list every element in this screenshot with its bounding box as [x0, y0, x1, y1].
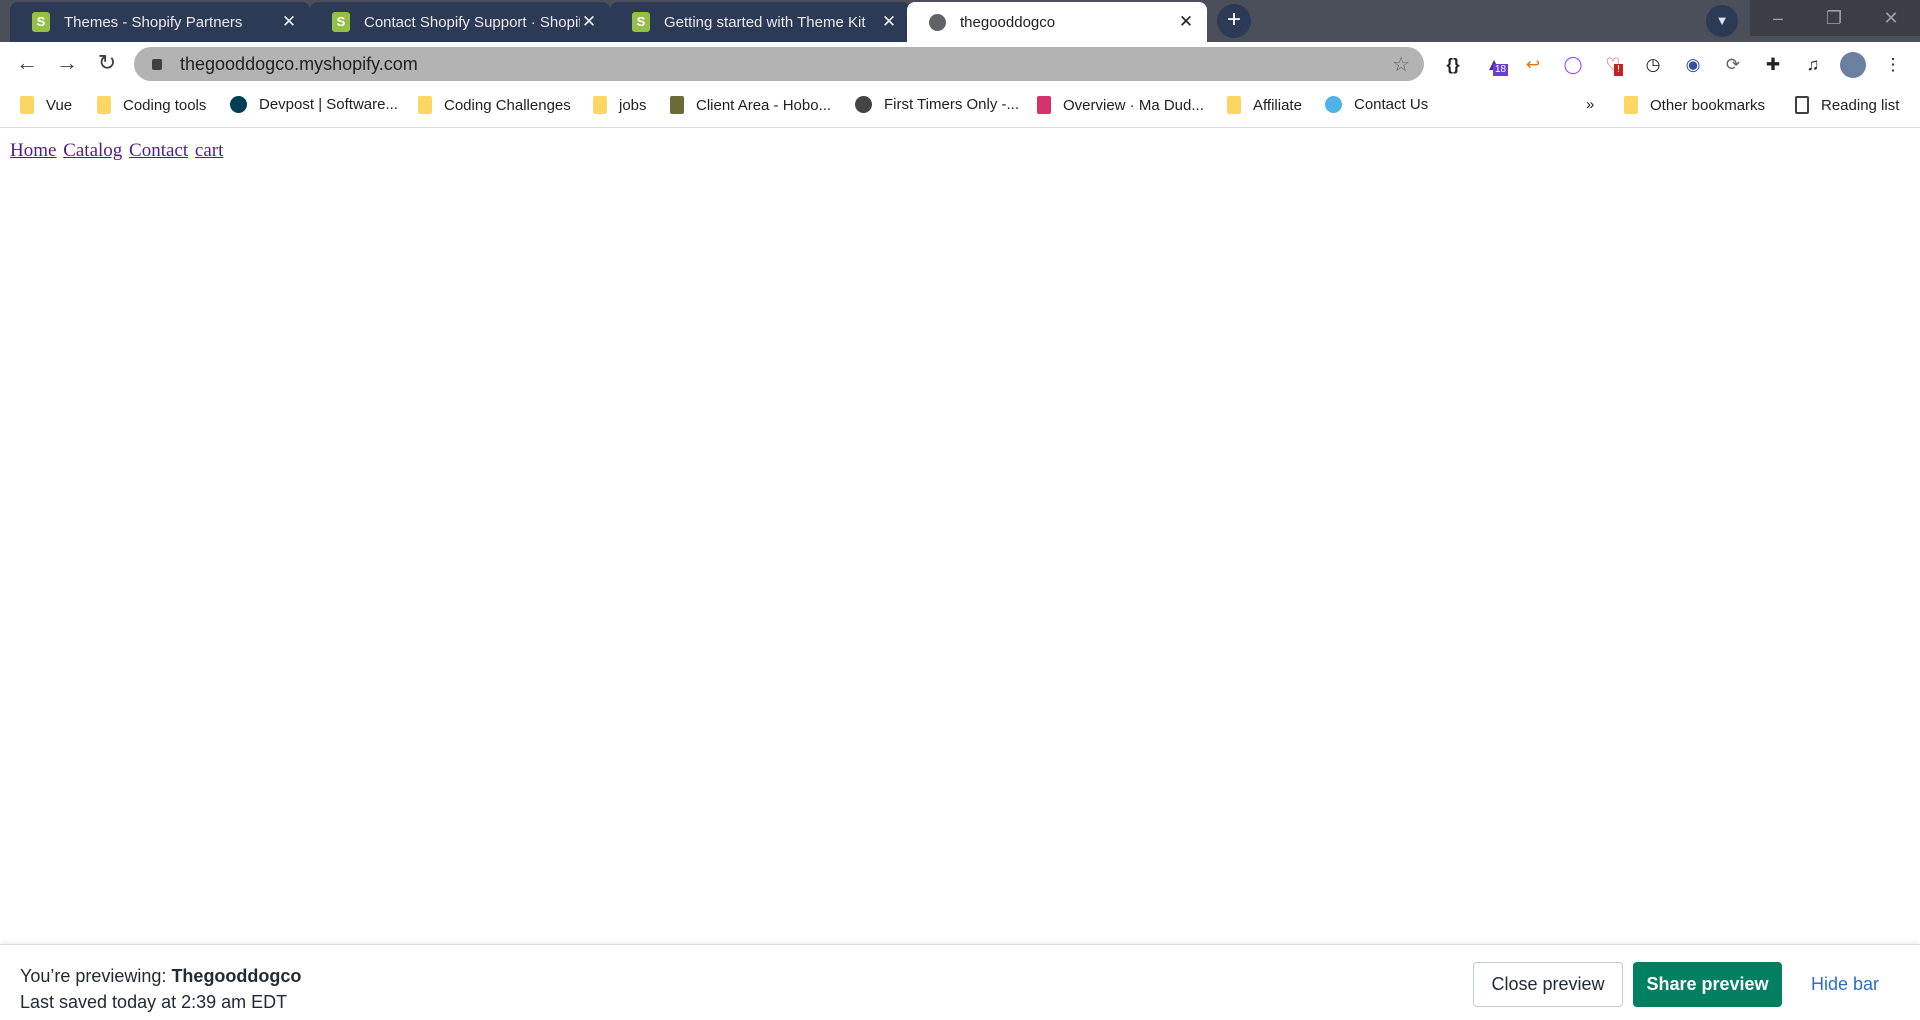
folder-icon: [20, 96, 34, 114]
overview-icon: [1037, 96, 1051, 114]
reload-button[interactable]: ↻: [93, 50, 121, 76]
nav-link-home[interactable]: Home: [10, 140, 56, 161]
tab-themes[interactable]: S Themes - Shopify Partners ✕: [10, 2, 310, 42]
bookmark-jobs[interactable]: jobs: [593, 96, 647, 114]
clock-extension-icon[interactable]: ◷: [1640, 52, 1666, 78]
undo-extension-icon[interactable]: ↩: [1520, 52, 1546, 78]
close-tab-icon[interactable]: ✕: [1177, 12, 1195, 32]
globe-icon: [855, 96, 872, 113]
tab-theme-kit[interactable]: S Getting started with Theme Kit ✕: [610, 2, 910, 42]
bookmark-client-area[interactable]: Client Area - Hobo...: [670, 96, 831, 114]
bookmark-first-timers[interactable]: First Timers Only -...: [855, 96, 1019, 113]
globe-icon: [929, 13, 946, 31]
reading-list-button[interactable]: Reading list: [1795, 96, 1899, 114]
folder-icon: [1624, 96, 1638, 114]
lock-icon: [152, 58, 162, 70]
dm-icon: [1325, 96, 1342, 113]
bookmark-devpost[interactable]: Devpost | Software...: [230, 96, 398, 113]
browser-toolbar: ← → ↻ thegooddogco.myshopify.com☆ {} ▲18…: [0, 42, 1920, 86]
ef-extension-icon[interactable]: ◉: [1680, 52, 1706, 78]
preview-info: You’re previewing: Thegooddogco Last sav…: [20, 963, 301, 1015]
tab-strip: S Themes - Shopify Partners ✕ S Contact Sho…: [0, 0, 1920, 42]
hobo-icon: [670, 96, 684, 114]
bookmark-star-icon[interactable]: ☆: [1392, 52, 1410, 77]
last-saved: Last saved today at 2:39 am EDT: [20, 992, 288, 1012]
shopify-icon: S: [632, 12, 650, 32]
menu-kebab-icon[interactable]: ⋮: [1880, 52, 1906, 78]
bookmark-coding-challenges[interactable]: Coding Challenges: [418, 96, 571, 114]
folder-icon: [418, 96, 432, 114]
reading-list-icon: [1795, 96, 1809, 114]
folder-icon: [1227, 96, 1241, 114]
address-bar[interactable]: thegooddogco.myshopify.com ☆: [134, 47, 1424, 81]
tab-search-button[interactable]: ▼: [1706, 5, 1738, 37]
bookmark-overview[interactable]: Overview · Ma Dud...: [1037, 96, 1204, 114]
maximize-button[interactable]: ❐: [1806, 0, 1862, 36]
tab-thegooddogco[interactable]: thegooddogco ✕: [907, 2, 1207, 42]
sync-extension-icon[interactable]: ⟳: [1720, 52, 1746, 78]
nav-link-contact[interactable]: Contact: [129, 140, 188, 161]
folder-icon: [97, 96, 111, 114]
heart-extension-icon[interactable]: ♡!: [1600, 52, 1626, 78]
page-nav: Home Catalog Contact cart: [10, 140, 225, 162]
shopify-icon: S: [332, 12, 350, 32]
close-tab-icon[interactable]: ✕: [580, 12, 598, 32]
bookmarks-overflow-button[interactable]: »: [1586, 96, 1594, 113]
devpost-icon: [230, 96, 247, 113]
theme-preview-bar: You’re previewing: Thegooddogco Last sav…: [0, 944, 1920, 1020]
tab-contact-support[interactable]: S Contact Shopify Support · Shopify ✕: [310, 2, 610, 42]
puzzle-extensions-icon[interactable]: ✚: [1760, 52, 1786, 78]
bookmark-other[interactable]: Other bookmarks: [1624, 96, 1765, 114]
close-tab-icon[interactable]: ✕: [280, 12, 298, 32]
bookmark-affiliate[interactable]: Affiliate: [1227, 96, 1302, 114]
forward-button[interactable]: →: [53, 50, 81, 76]
close-preview-button[interactable]: Close preview: [1473, 962, 1623, 1007]
hide-bar-button[interactable]: Hide bar: [1800, 962, 1890, 1007]
json-extension-icon[interactable]: {}: [1440, 52, 1466, 78]
nav-link-catalog[interactable]: Catalog: [63, 140, 122, 161]
close-tab-icon[interactable]: ✕: [880, 12, 898, 32]
ring-extension-icon[interactable]: ◯: [1560, 52, 1586, 78]
media-control-icon[interactable]: ♫: [1800, 52, 1826, 78]
bookmark-contact-us[interactable]: Contact Us: [1325, 96, 1428, 113]
bookmarks-bar: Vue Coding tools Devpost | Software... C…: [0, 86, 1920, 128]
bookmark-coding-tools[interactable]: Coding tools: [97, 96, 206, 114]
shopify-icon: S: [32, 12, 50, 32]
close-window-button[interactable]: ✕: [1862, 0, 1920, 36]
back-button[interactable]: ←: [13, 50, 41, 76]
graduation-extension-icon[interactable]: ▲18: [1481, 52, 1509, 78]
folder-icon: [593, 96, 607, 114]
minimize-button[interactable]: –: [1750, 0, 1806, 36]
bookmark-vue[interactable]: Vue: [20, 96, 72, 114]
profile-avatar[interactable]: [1840, 52, 1866, 78]
new-tab-button[interactable]: +: [1217, 4, 1251, 38]
theme-name: Thegooddogco: [171, 966, 302, 986]
share-preview-button[interactable]: Share preview: [1633, 962, 1782, 1007]
nav-link-cart[interactable]: cart: [195, 140, 223, 161]
